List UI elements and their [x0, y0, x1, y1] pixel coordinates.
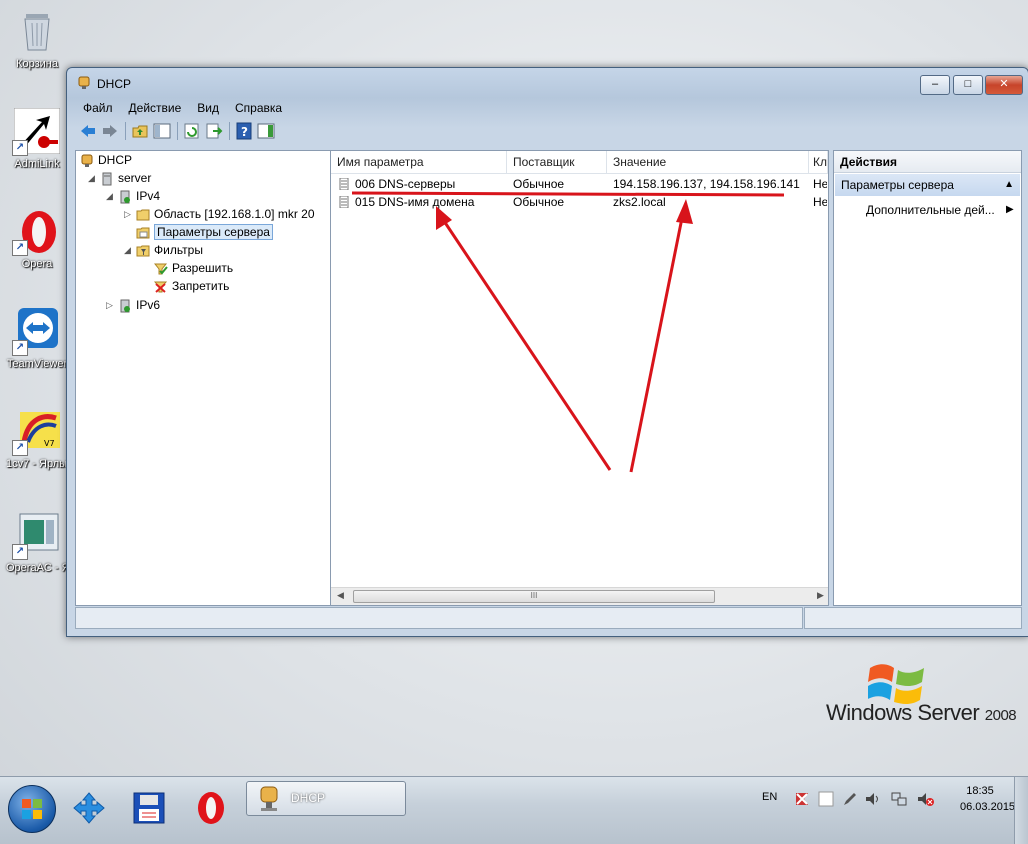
show-desktop-button[interactable] — [1014, 777, 1028, 844]
white-square-icon[interactable] — [818, 791, 834, 810]
pen-icon[interactable] — [842, 791, 858, 810]
clock[interactable]: 18:35 06.03.2015 — [960, 785, 1016, 813]
start-button[interactable] — [8, 785, 56, 833]
network-icon[interactable] — [72, 791, 106, 825]
language-indicator[interactable]: EN — [762, 791, 777, 803]
clock-time: 18:35 — [966, 785, 994, 797]
opera-taskbar-icon[interactable] — [194, 791, 228, 825]
speaker-icon[interactable] — [864, 791, 882, 810]
network-tray-icon[interactable] — [890, 791, 908, 810]
taskbar-item-dhcp[interactable]: DHCP — [246, 781, 406, 816]
taskbar: DHCP EN 18:35 06.03.2015 — [0, 776, 1028, 844]
clock-date: 06.03.2015 — [960, 801, 1016, 813]
annotation-overlay — [351, 191, 785, 473]
save-disk-icon[interactable] — [132, 791, 166, 825]
dhcp-taskbar-icon — [255, 784, 283, 815]
action-center-flag-icon[interactable] — [794, 791, 810, 810]
volume-muted-icon[interactable] — [916, 791, 934, 810]
